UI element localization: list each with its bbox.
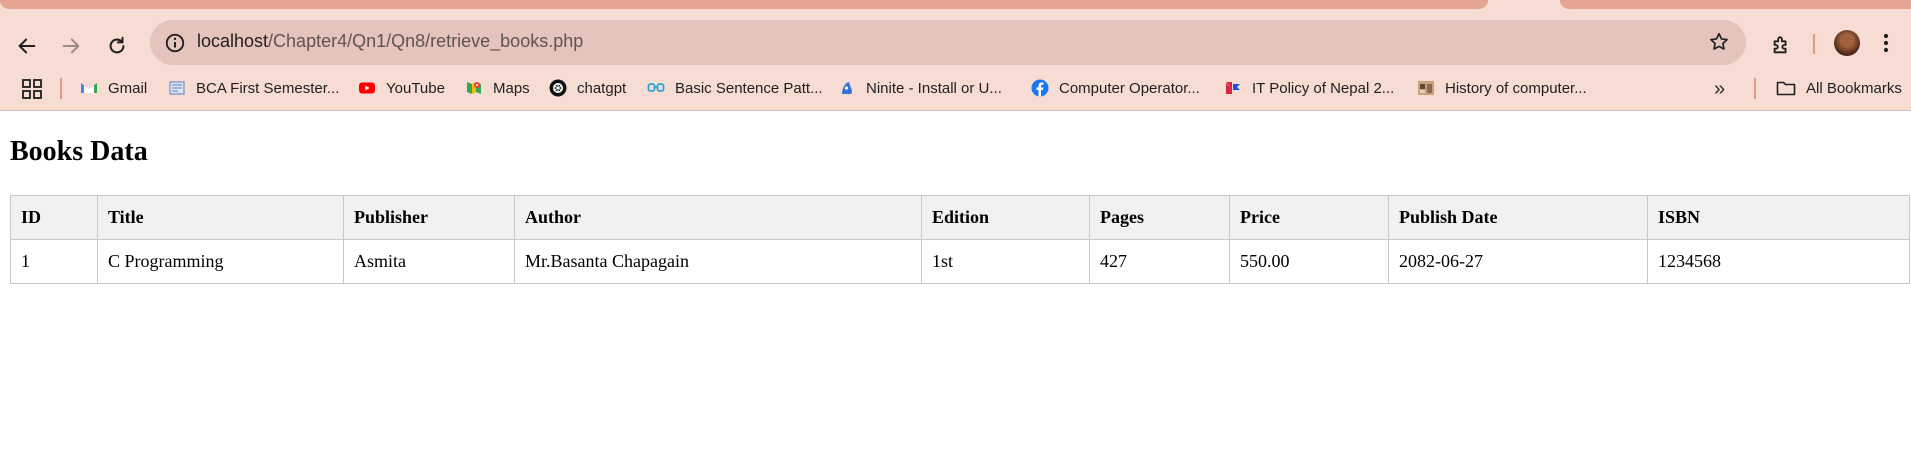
cell-id: 1 — [10, 239, 98, 284]
youtube-icon — [359, 82, 375, 94]
page-title: Books Data — [10, 136, 148, 167]
bookmarks-bar: Gmail BCA First Semester... YouTube Maps… — [0, 67, 1911, 111]
back-button[interactable] — [9, 28, 45, 64]
cell-edition: 1st — [921, 239, 1090, 284]
bookmark-chatgpt[interactable]: chatgpt — [549, 76, 626, 100]
it-policy-icon — [1226, 82, 1240, 94]
url-host: localhost — [197, 31, 269, 51]
bookmark-label: Gmail — [108, 79, 148, 97]
column-header-pages: Pages — [1089, 195, 1230, 240]
cell-price: 550.00 — [1229, 239, 1389, 284]
site-info-icon[interactable] — [164, 32, 186, 54]
active-tab[interactable] — [0, 0, 1488, 9]
bookmark-label: chatgpt — [577, 79, 627, 97]
bookmarks-divider — [1754, 78, 1756, 99]
bookmark-history-computer[interactable]: History of computer... — [1417, 76, 1587, 100]
forward-button[interactable] — [53, 28, 89, 64]
url-path: /Chapter4/Qn1/Qn8/retrieve_books.php — [268, 31, 584, 51]
glasses-icon — [647, 83, 665, 92]
bookmark-label: Maps — [493, 79, 530, 97]
column-header-isbn: ISBN — [1647, 195, 1910, 240]
bookmark-label: YouTube — [386, 79, 445, 97]
ninite-icon — [842, 82, 852, 94]
reload-button[interactable] — [99, 28, 135, 64]
cell-title: C Programming — [97, 239, 344, 284]
extensions-icon[interactable] — [1770, 34, 1792, 56]
bookmarks-overflow-chevron-icon[interactable]: » — [1714, 78, 1725, 101]
facebook-icon — [1031, 79, 1049, 97]
column-header-edition: Edition — [921, 195, 1090, 240]
bookmark-label: IT Policy of Nepal 2... — [1252, 79, 1395, 97]
column-header-author: Author — [514, 195, 922, 240]
bookmark-it-policy[interactable]: IT Policy of Nepal 2... — [1224, 76, 1394, 100]
bookmark-gmail[interactable]: Gmail — [80, 76, 147, 100]
bookmark-label: Basic Sentence Patt... — [675, 79, 823, 97]
cell-author: Mr.Basanta Chapagain — [514, 239, 922, 284]
bookmark-youtube[interactable]: YouTube — [358, 76, 445, 100]
bookmark-star-icon[interactable] — [1708, 31, 1730, 53]
apps-grid-icon[interactable] — [22, 79, 42, 99]
address-bar[interactable]: localhost/Chapter4/Qn1/Qn8/retrieve_book… — [150, 20, 1746, 65]
column-header-title: Title — [97, 195, 344, 240]
bookmark-basic-sentence[interactable]: Basic Sentence Patt... — [647, 76, 823, 100]
bookmark-bca[interactable]: BCA First Semester... — [168, 76, 339, 100]
forward-arrow-icon — [62, 38, 80, 54]
chatgpt-icon — [549, 79, 567, 97]
kebab-menu-icon[interactable] — [1880, 32, 1892, 54]
bookmark-label: History of computer... — [1445, 79, 1587, 97]
gmail-icon — [81, 83, 97, 93]
table-row: 1 C Programming Asmita Mr.Basanta Chapag… — [10, 239, 1910, 284]
column-header-id: ID — [10, 195, 98, 240]
bookmark-label: Computer Operator... — [1059, 79, 1200, 97]
tab-strip — [0, 0, 1911, 10]
bookmark-label: BCA First Semester... — [196, 79, 340, 97]
table-header-row: ID Title Publisher Author Edition Pages … — [10, 195, 1910, 240]
bca-icon — [169, 81, 185, 95]
cell-publisher: Asmita — [343, 239, 515, 284]
folder-icon — [1776, 81, 1796, 96]
bookmark-computer-operator[interactable]: Computer Operator... — [1031, 76, 1200, 100]
all-bookmarks-button[interactable]: All Bookmarks — [1776, 76, 1902, 100]
cell-publish-date: 2082-06-27 — [1388, 239, 1648, 284]
back-arrow-icon — [18, 38, 36, 54]
all-bookmarks-label: All Bookmarks — [1806, 79, 1902, 97]
bookmark-ninite[interactable]: Ninite - Install or U... — [838, 76, 1002, 100]
bookmark-maps[interactable]: Maps — [465, 76, 530, 100]
cell-isbn: 1234568 — [1647, 239, 1910, 284]
bookmark-label: Ninite - Install or U... — [866, 79, 1002, 97]
profile-avatar[interactable] — [1834, 30, 1860, 56]
column-header-publisher: Publisher — [343, 195, 515, 240]
books-table: ID Title Publisher Author Edition Pages … — [10, 195, 1910, 284]
cell-pages: 427 — [1089, 239, 1230, 284]
inactive-tab[interactable] — [1560, 0, 1911, 9]
column-header-price: Price — [1229, 195, 1389, 240]
url-text[interactable]: localhost/Chapter4/Qn1/Qn8/retrieve_book… — [197, 31, 583, 52]
history-icon — [1418, 81, 1434, 95]
reload-icon — [109, 36, 125, 54]
column-header-publish-date: Publish Date — [1388, 195, 1648, 240]
toolbar-divider — [1813, 34, 1815, 54]
bookmarks-divider — [60, 78, 62, 99]
maps-icon — [467, 82, 481, 94]
